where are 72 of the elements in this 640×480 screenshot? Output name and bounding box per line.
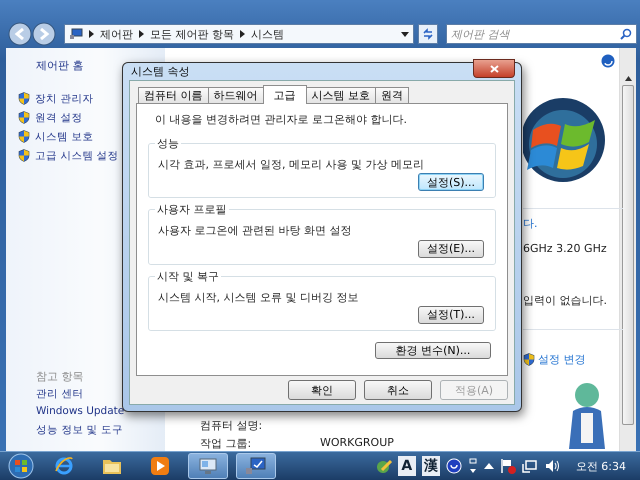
group-description: 시스템 시작, 시스템 오류 및 디버깅 정보 [158,290,360,305]
show-hidden-icon[interactable] [484,462,494,470]
dialog-button[interactable]: 취소 [364,380,432,400]
search-field[interactable]: 제어판 검색 [446,24,637,44]
group-description: 시각 효과, 프로세서 일정, 메모리 사용 및 가상 메모리 [158,157,425,172]
section-heading: 참고 항목 [36,369,84,385]
sidebar-link[interactable]: Windows Update [36,405,165,423]
flag-alert-icon[interactable] [500,458,516,474]
taskbar-button[interactable] [236,453,276,479]
close-button[interactable] [473,59,515,78]
hanja-button[interactable]: 漢 [422,456,440,476]
group-title: 성능 [155,136,181,151]
breadcrumb[interactable]: 제어판 [100,26,133,42]
tab[interactable]: 원격 [375,87,409,103]
shield-icon [18,92,30,105]
group-title: 시작 및 복구 [155,268,221,284]
chevron-icon [139,30,144,38]
breadcrumb[interactable]: 모든 제어판 항목 [150,26,234,42]
monitor-icon [197,456,219,476]
computer-icon [69,28,83,40]
chevron-icon [89,30,94,38]
tab[interactable]: 시스템 보호 [306,87,376,103]
refresh-icon [422,28,434,40]
shield-icon [18,130,30,143]
forward-button[interactable] [32,22,56,46]
info-label: 작업 그룹: [200,436,252,451]
settings-button[interactable]: 설정(S)... [418,173,484,192]
address-bar[interactable]: 제어판 모든 제어판 항목 시스템 [64,24,414,44]
start-button[interactable] [6,453,36,479]
link-text[interactable]: 다. [523,212,615,234]
tab[interactable]: 컴퓨터 이름 [138,87,208,103]
scrollbar-thumb[interactable] [622,85,634,425]
pencil-icon[interactable] [376,458,392,474]
shield-icon [18,149,30,162]
browser-e-icon [53,455,75,477]
dialog-button[interactable]: 확인 [288,380,356,400]
sidebar-link[interactable]: 장치 관리자 [35,92,94,106]
taskbar-button[interactable] [188,453,228,479]
info-value: WORKGROUP [320,436,394,451]
ime-mode-button[interactable]: A [398,456,416,476]
sidebar-link[interactable]: 성능 정보 및 도구 [36,423,165,441]
info-text: 입력이 없습니다. [523,292,608,308]
sidebar-link[interactable]: 시스템 보호 [35,130,94,144]
network-icon[interactable] [522,458,538,474]
breadcrumb[interactable]: 시스템 [251,26,284,42]
media-player-icon [150,456,170,476]
chevron-icon [240,30,245,38]
speaker-icon[interactable] [544,458,560,474]
system-window-icon [245,456,267,476]
tab[interactable]: 고급 [262,85,306,104]
dropdown-icon[interactable] [401,32,409,36]
tab[interactable]: 하드웨어 [208,87,264,103]
shield-icon [523,353,535,366]
info-label: 컴퓨터 설명: [200,418,264,433]
notice-text: 이 내용을 변경하려면 관리자로 로그온해야 합니다. [155,112,408,127]
dialog-title: 시스템 속성 [130,64,190,79]
options-icon[interactable] [468,458,478,474]
environment-variables-button[interactable]: 환경 변수(N)... [375,342,491,359]
info-text: 6GHz 3.20 GHz [523,240,608,256]
refresh-button[interactable] [418,24,438,44]
sidebar-link[interactable]: 원격 설정 [35,110,82,124]
settings-button[interactable]: 설정(E)... [418,240,484,258]
scroll-up-arrow[interactable] [624,76,632,81]
settings-button[interactable]: 설정(T)... [418,306,484,324]
sidebar-link[interactable]: 고급 시스템 설정 [35,148,119,162]
back-button[interactable] [8,22,32,46]
shield-icon [18,111,30,124]
group-description: 사용자 로그온에 관련된 바탕 화면 설정 [158,223,352,238]
group-title: 사용자 프로필 [155,202,228,218]
close-icon [490,64,498,72]
change-settings-link[interactable]: 설정 변경 [538,352,586,367]
clock[interactable]: 오전 6:34 [576,458,626,474]
